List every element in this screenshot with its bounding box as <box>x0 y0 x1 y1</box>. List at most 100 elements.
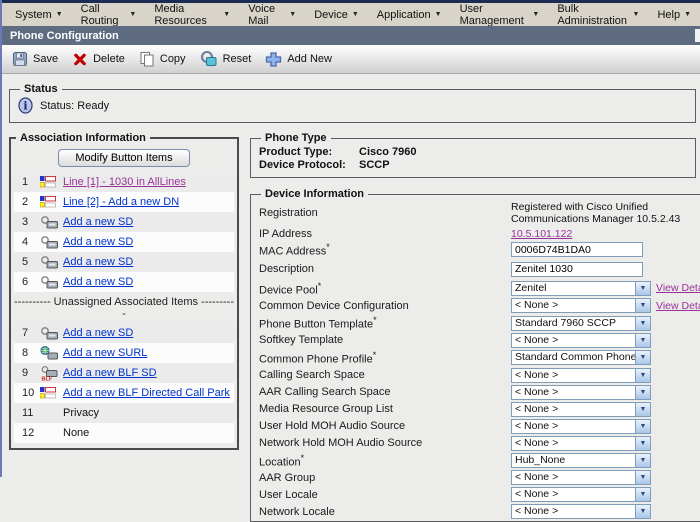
menu-label: Device <box>314 9 348 21</box>
toolbar: Save Delete Copy Reset Add New <box>2 45 700 74</box>
menu-user-management[interactable]: User Management▼ <box>451 3 549 27</box>
row-number: 8 <box>14 347 40 359</box>
calling-search-space-select[interactable]: < None >▼ <box>511 368 651 383</box>
row-number: 6 <box>14 276 40 288</box>
delete-button[interactable]: Delete <box>70 50 135 69</box>
menu-device[interactable]: Device ▼ <box>305 9 368 21</box>
menu-media-resources[interactable]: Media Resources▼ <box>145 3 239 27</box>
description-input[interactable] <box>511 262 643 277</box>
select-value: < None > <box>512 505 635 518</box>
association-link-add-a-new-blf-directed-call-park[interactable]: Add a new BLF Directed Call Park <box>63 387 230 399</box>
softkey-template-select[interactable]: < None >▼ <box>511 333 651 348</box>
association-row-6: 6 Add a new SD <box>14 272 234 292</box>
view-details-link-device-pool[interactable]: View Details <box>656 282 700 294</box>
status-text: Status: Ready <box>40 100 109 112</box>
chevron-down-icon: ▼ <box>532 11 539 18</box>
association-row-8: 8 Add a new SURL <box>14 343 234 363</box>
association-link-line-2-add-a-new-dn[interactable]: Line [2] - Add a new DN <box>63 196 179 208</box>
save-button[interactable]: Save <box>10 49 68 69</box>
association-text-none: None <box>63 427 89 439</box>
modify-button-items-button[interactable]: Modify Button Items <box>58 149 189 167</box>
association-link-add-a-new-sd[interactable]: Add a new SD <box>63 216 133 228</box>
reset-button[interactable]: Reset <box>198 49 262 69</box>
product-type-label: Product Type: <box>259 146 359 158</box>
association-link-add-a-new-sd[interactable]: Add a new SD <box>63 276 133 288</box>
view-details-link-common-device-configuration[interactable]: View Details <box>656 300 700 312</box>
media-resource-group-list-select[interactable]: < None >▼ <box>511 402 651 417</box>
field-link-ip-address[interactable]: 10.5.101.122 <box>511 228 572 240</box>
association-text-privacy: Privacy <box>63 407 99 419</box>
menu-application[interactable]: Application▼ <box>368 9 451 21</box>
add-new-button[interactable]: Add New <box>263 49 342 69</box>
line-icon <box>40 387 63 399</box>
field-label: AAR Calling Search Space <box>259 386 511 398</box>
row-number: 11 <box>14 407 40 419</box>
toolbar-button-label: Delete <box>93 53 125 65</box>
network-hold-moh-audio-source-select[interactable]: < None >▼ <box>511 436 651 451</box>
row-number: 7 <box>14 327 40 339</box>
common-device-configuration-select[interactable]: < None >▼ <box>511 298 651 313</box>
field-label: Device Pool* <box>259 281 511 297</box>
menu-system[interactable]: System▼ <box>6 9 72 21</box>
toolbar-button-label: Reset <box>223 53 252 65</box>
menu-label: System <box>15 9 52 21</box>
field-label: Location* <box>259 453 511 469</box>
menu-label: Media Resources <box>154 3 219 27</box>
phone-button-template-select[interactable]: Standard 7960 SCCP▼ <box>511 316 651 331</box>
location-select[interactable]: Hub_None▼ <box>511 453 651 468</box>
chevron-down-icon: ▼ <box>635 403 650 416</box>
association-link-add-a-new-sd[interactable]: Add a new SD <box>63 256 133 268</box>
toolbar-button-label: Add New <box>287 53 332 65</box>
menu-call-routing[interactable]: Call Routing▼ <box>72 3 146 27</box>
field-label: Phone Button Template* <box>259 315 511 331</box>
field-row-network-hold-moh-audio-source: Network Hold MOH Audio Source< None >▼ <box>259 436 700 451</box>
info-icon: i <box>18 97 33 114</box>
chevron-down-icon: ▼ <box>635 299 650 312</box>
field-label: Softkey Template <box>259 334 511 346</box>
field-row-description: Description <box>259 262 700 277</box>
line-icon <box>40 196 63 208</box>
association-link-add-a-new-sd[interactable]: Add a new SD <box>63 236 133 248</box>
association-row-7: 7 Add a new SD <box>14 323 234 343</box>
association-row-12: 12None <box>14 423 234 443</box>
chevron-down-icon: ▼ <box>635 505 650 518</box>
chevron-down-icon: ▼ <box>635 317 650 330</box>
phone-configuration-page: System▼Call Routing▼Media Resources▼Voic… <box>0 0 700 477</box>
field-label: IP Address <box>259 228 511 240</box>
field-label: Media Resource Group List <box>259 403 511 415</box>
status-section: Status i Status: Ready <box>9 83 696 123</box>
network-locale-select[interactable]: < None >▼ <box>511 504 651 519</box>
user-hold-moh-audio-source-select[interactable]: < None >▼ <box>511 419 651 434</box>
menu-bulk-administration[interactable]: Bulk Administration▼ <box>548 3 648 27</box>
chevron-down-icon: ▼ <box>635 351 650 364</box>
common-phone-profile-select[interactable]: Standard Common Phone Profile▼ <box>511 350 651 365</box>
aar-group-select[interactable]: < None >▼ <box>511 470 651 485</box>
association-row-2: 2Line [2] - Add a new DN <box>14 192 234 212</box>
svg-text:i: i <box>23 100 27 113</box>
field-label: Network Hold MOH Audio Source <box>259 437 511 449</box>
field-row-media-resource-group-list: Media Resource Group List< None >▼ <box>259 402 700 417</box>
phone-type-section: Phone Type Product Type: Cisco 7960 Devi… <box>250 132 696 178</box>
field-row-device-pool: Device Pool*Zenitel▼ View Details <box>259 281 700 297</box>
device-pool-select[interactable]: Zenitel▼ <box>511 281 651 296</box>
mac-address-input[interactable] <box>511 242 643 257</box>
required-asterisk: * <box>301 453 305 463</box>
menu-help[interactable]: Help▼ <box>648 9 700 21</box>
menu-label: Application <box>377 9 431 21</box>
device-protocol-value: SCCP <box>359 159 390 171</box>
device-information-legend: Device Information <box>261 188 368 200</box>
copy-button[interactable]: Copy <box>137 49 196 69</box>
field-label: Network Locale <box>259 506 511 518</box>
field-row-aar-group: AAR Group< None >▼ <box>259 470 700 485</box>
association-link-add-a-new-surl[interactable]: Add a new SURL <box>63 347 147 359</box>
association-link-add-a-new-blf-sd[interactable]: Add a new BLF SD <box>63 367 157 379</box>
field-value-registration: Registered with Cisco Unified Communicat… <box>511 201 700 225</box>
menu-voice-mail[interactable]: Voice Mail▼ <box>239 3 305 27</box>
aar-calling-search-space-select[interactable]: < None >▼ <box>511 385 651 400</box>
association-link-line-1-1030-in-alllines[interactable]: Line [1] - 1030 in AllLines <box>63 176 186 188</box>
field-row-common-device-configuration: Common Device Configuration< None >▼View… <box>259 298 700 313</box>
association-link-add-a-new-sd[interactable]: Add a new SD <box>63 327 133 339</box>
user-locale-select[interactable]: < None >▼ <box>511 487 651 502</box>
chevron-down-icon: ▼ <box>352 11 359 18</box>
field-row-user-hold-moh-audio-source: User Hold MOH Audio Source< None >▼ <box>259 419 700 434</box>
